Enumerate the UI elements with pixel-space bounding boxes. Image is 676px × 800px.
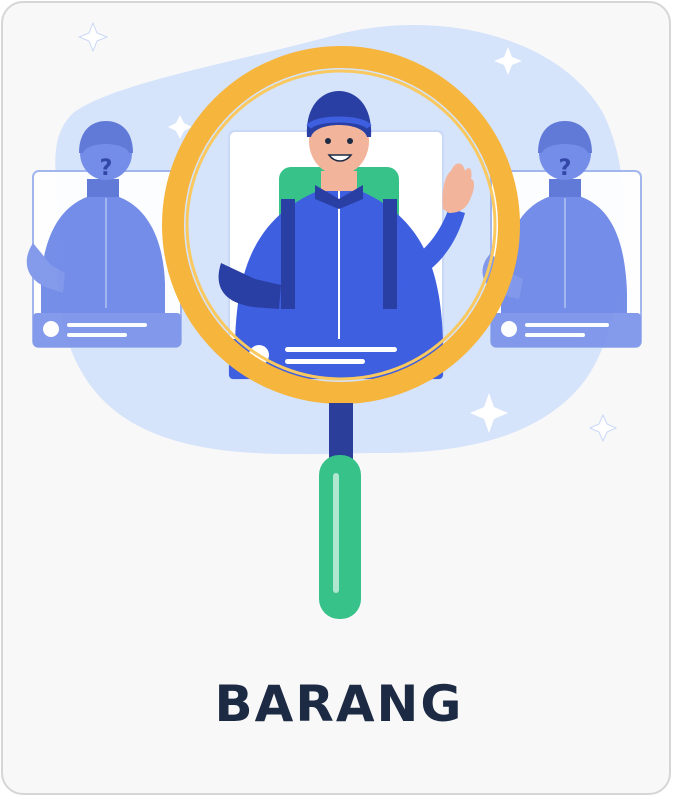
illustration: ? ? bbox=[26, 21, 642, 619]
question-mark-icon: ? bbox=[100, 156, 113, 181]
avatar-icon bbox=[501, 321, 517, 337]
profile-card-center bbox=[218, 91, 474, 380]
sparkle-icon bbox=[77, 21, 109, 53]
question-mark-icon: ? bbox=[559, 156, 572, 181]
category-card[interactable]: ? ? BARANG bbox=[1, 1, 671, 795]
sparkle-icon bbox=[588, 413, 618, 443]
avatar-icon bbox=[43, 321, 59, 337]
category-label: BARANG bbox=[214, 675, 464, 733]
